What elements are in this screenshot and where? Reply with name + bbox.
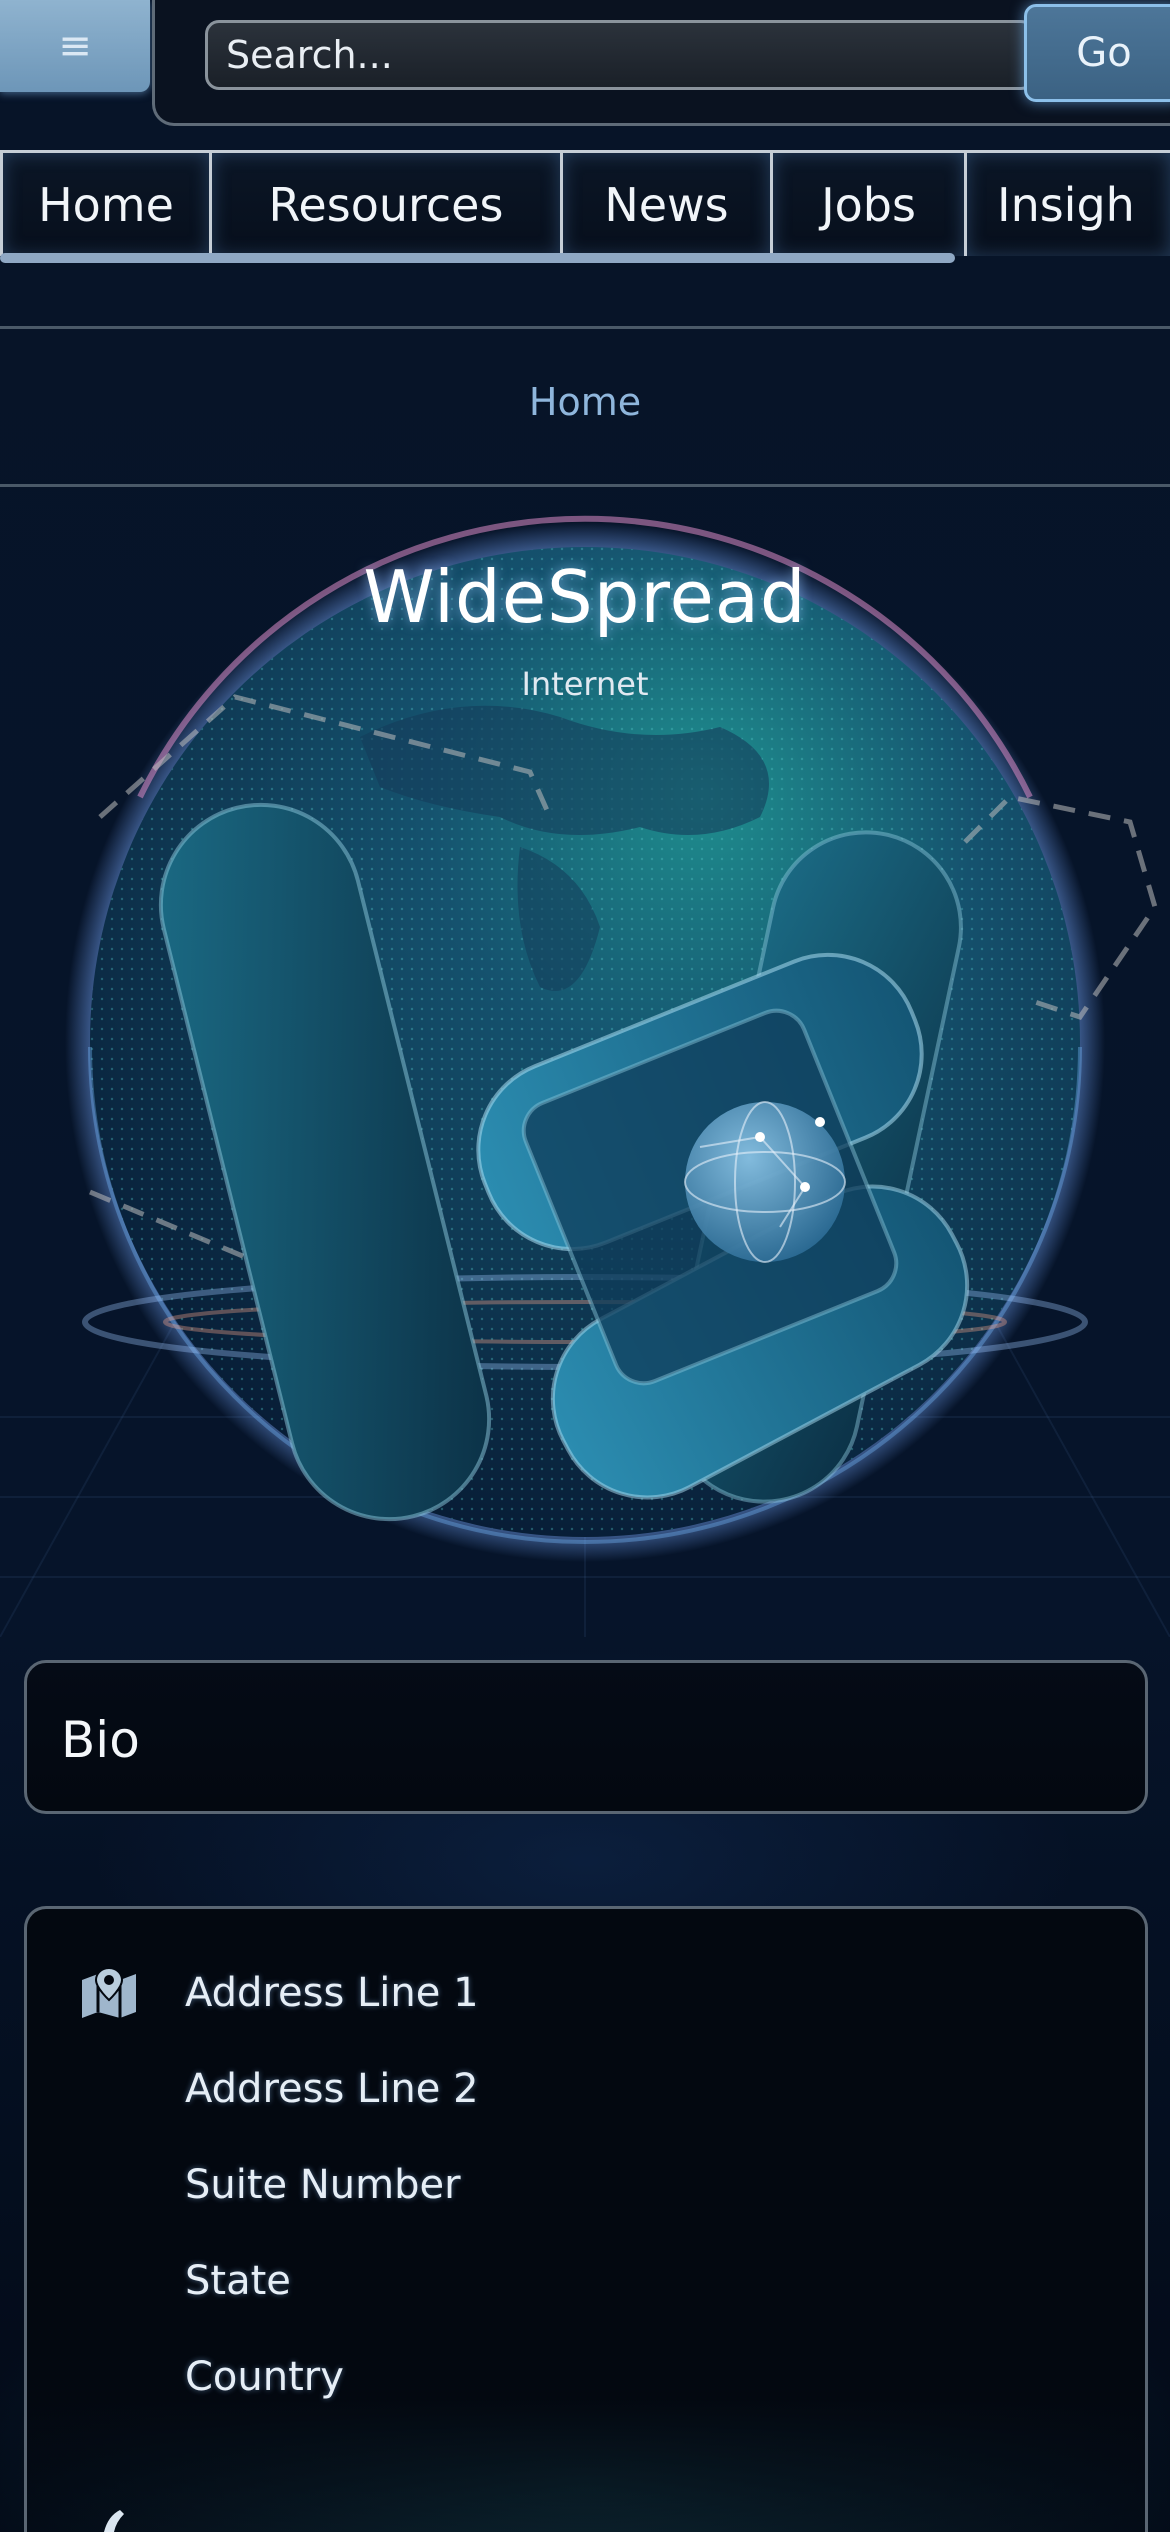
state: State	[185, 2258, 291, 2304]
hero-banner	[0, 487, 1170, 1637]
bio-card[interactable]: Bio	[24, 1660, 1148, 1814]
address-line-1: Address Line 1	[185, 1970, 479, 2016]
tab-home[interactable]: Home	[0, 150, 212, 256]
nav-scrollbar[interactable]	[0, 253, 955, 263]
tab-resources[interactable]: Resources	[212, 150, 563, 256]
brand-title: WideSpread	[363, 555, 807, 639]
tab-jobs[interactable]: Jobs	[773, 150, 967, 256]
country: Country	[185, 2354, 344, 2400]
tab-insights[interactable]: Insigh	[967, 150, 1170, 256]
page: ≡ Go Home Resources News Jobs Insigh Hom…	[0, 0, 1170, 2532]
globe-logo-artwork	[0, 515, 1170, 1637]
menu-button[interactable]: ≡	[0, 0, 150, 92]
phone-icon	[104, 2510, 124, 2532]
bio-title: Bio	[61, 1711, 140, 1769]
map-icon	[82, 1966, 136, 2018]
tab-news[interactable]: News	[563, 150, 773, 256]
address-line-2: Address Line 2	[185, 2066, 479, 2112]
brand-subtitle: Internet	[521, 665, 649, 703]
hamburger-icon: ≡	[58, 23, 92, 69]
breadcrumb[interactable]: Home	[0, 380, 1170, 424]
main-nav: Home Resources News Jobs Insigh	[0, 150, 1170, 256]
go-button[interactable]: Go	[1024, 4, 1170, 102]
search-input[interactable]	[205, 20, 1035, 90]
divider	[0, 326, 1170, 329]
suite-number: Suite Number	[185, 2162, 461, 2208]
